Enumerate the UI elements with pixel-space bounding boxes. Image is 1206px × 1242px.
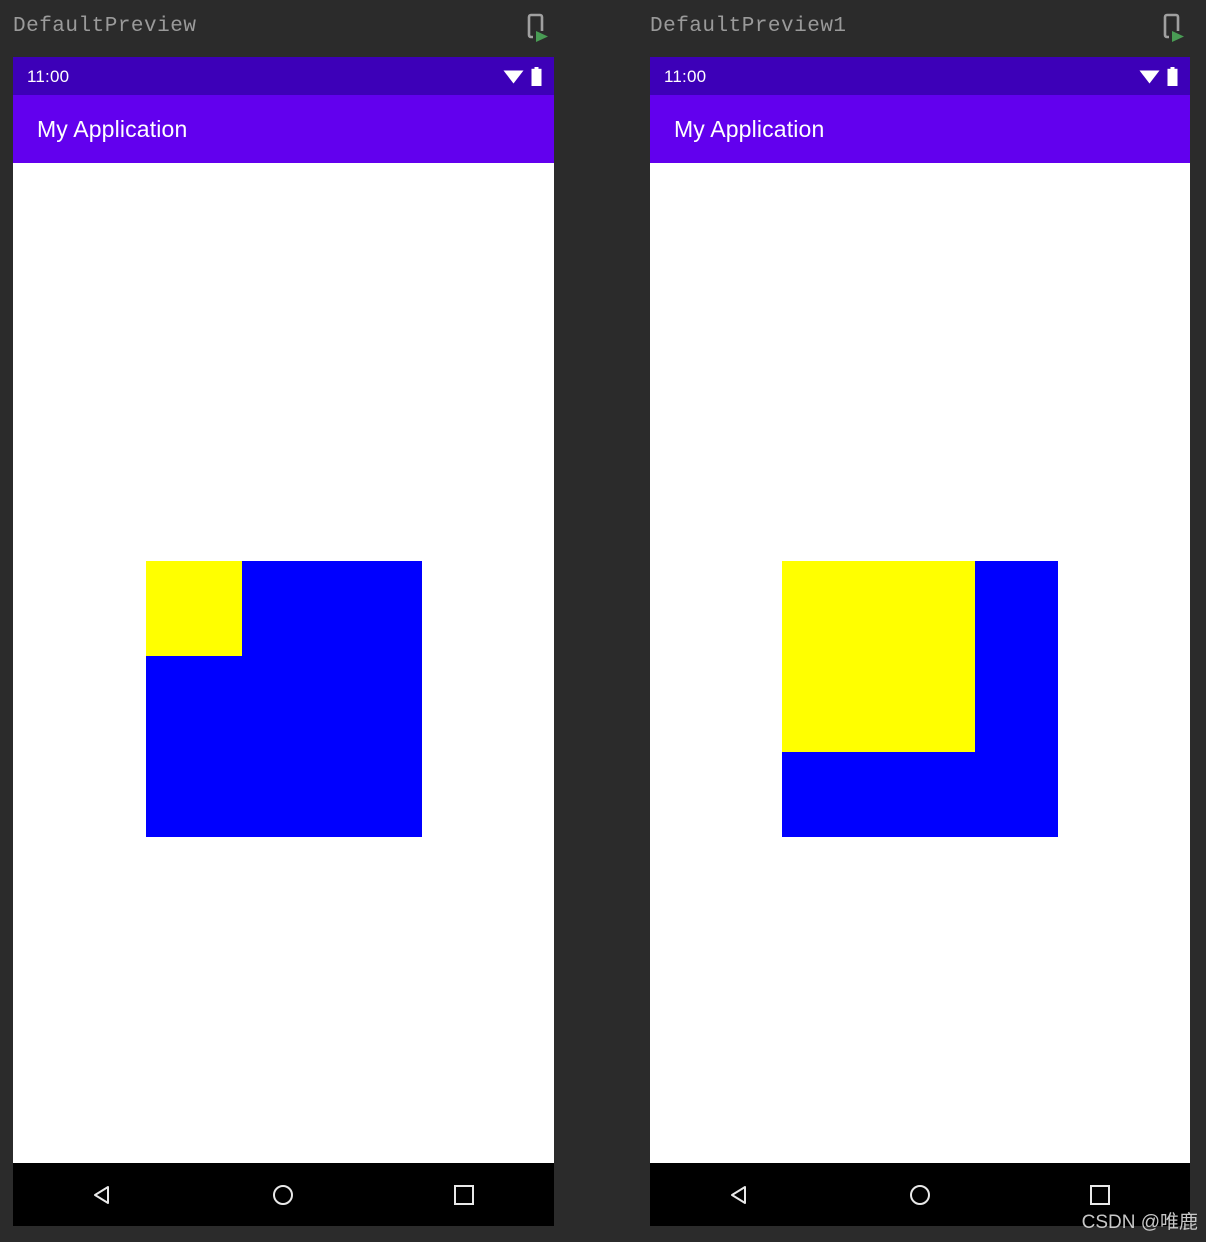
watermark: CSDN @唯鹿: [1081, 1212, 1198, 1233]
preview-title: DefaultPreview1: [650, 15, 847, 38]
back-button[interactable]: [650, 1183, 830, 1207]
preview-panel-default1: DefaultPreview1 11:00 My Application: [650, 0, 1190, 1226]
wifi-icon: [503, 68, 524, 84]
preview-title: DefaultPreview: [13, 15, 197, 38]
device-frame: 11:00 My Application: [13, 57, 554, 1226]
status-bar: 11:00: [650, 57, 1190, 95]
home-circle-icon: [908, 1183, 932, 1207]
status-bar-icons: [1139, 66, 1178, 86]
status-bar: 11:00: [13, 57, 554, 95]
status-bar-time: 11:00: [27, 66, 70, 86]
preview-panel-default: DefaultPreview 11:00 My Application: [13, 0, 554, 1226]
navigation-bar: [13, 1163, 554, 1226]
app-bar: My Application: [650, 95, 1190, 163]
run-on-device-icon[interactable]: [522, 12, 554, 42]
back-triangle-icon: [728, 1183, 752, 1207]
home-circle-icon: [271, 1183, 295, 1207]
app-content: [13, 163, 554, 1226]
yellow-box: [782, 561, 975, 752]
wifi-icon: [1139, 68, 1160, 84]
battery-icon: [531, 66, 542, 86]
status-bar-time: 11:00: [664, 66, 707, 86]
device-frame: 11:00 My Application: [650, 57, 1190, 1226]
battery-icon: [1167, 66, 1178, 86]
blue-box: [146, 561, 422, 837]
yellow-box: [146, 561, 242, 656]
preview-header: DefaultPreview: [13, 0, 554, 57]
run-on-device-icon[interactable]: [1158, 12, 1190, 42]
app-content: [650, 163, 1190, 1226]
recents-square-icon: [453, 1184, 475, 1206]
back-triangle-icon: [91, 1183, 115, 1207]
app-bar: My Application: [13, 95, 554, 163]
home-button[interactable]: [830, 1183, 1010, 1207]
preview-header: DefaultPreview1: [650, 0, 1190, 57]
app-bar-title: My Application: [37, 115, 188, 142]
recents-button[interactable]: [1010, 1184, 1190, 1206]
back-button[interactable]: [13, 1183, 193, 1207]
recents-square-icon: [1089, 1184, 1111, 1206]
blue-box: [782, 561, 1058, 837]
status-bar-icons: [503, 66, 542, 86]
recents-button[interactable]: [374, 1184, 554, 1206]
home-button[interactable]: [193, 1183, 373, 1207]
app-bar-title: My Application: [674, 115, 825, 142]
